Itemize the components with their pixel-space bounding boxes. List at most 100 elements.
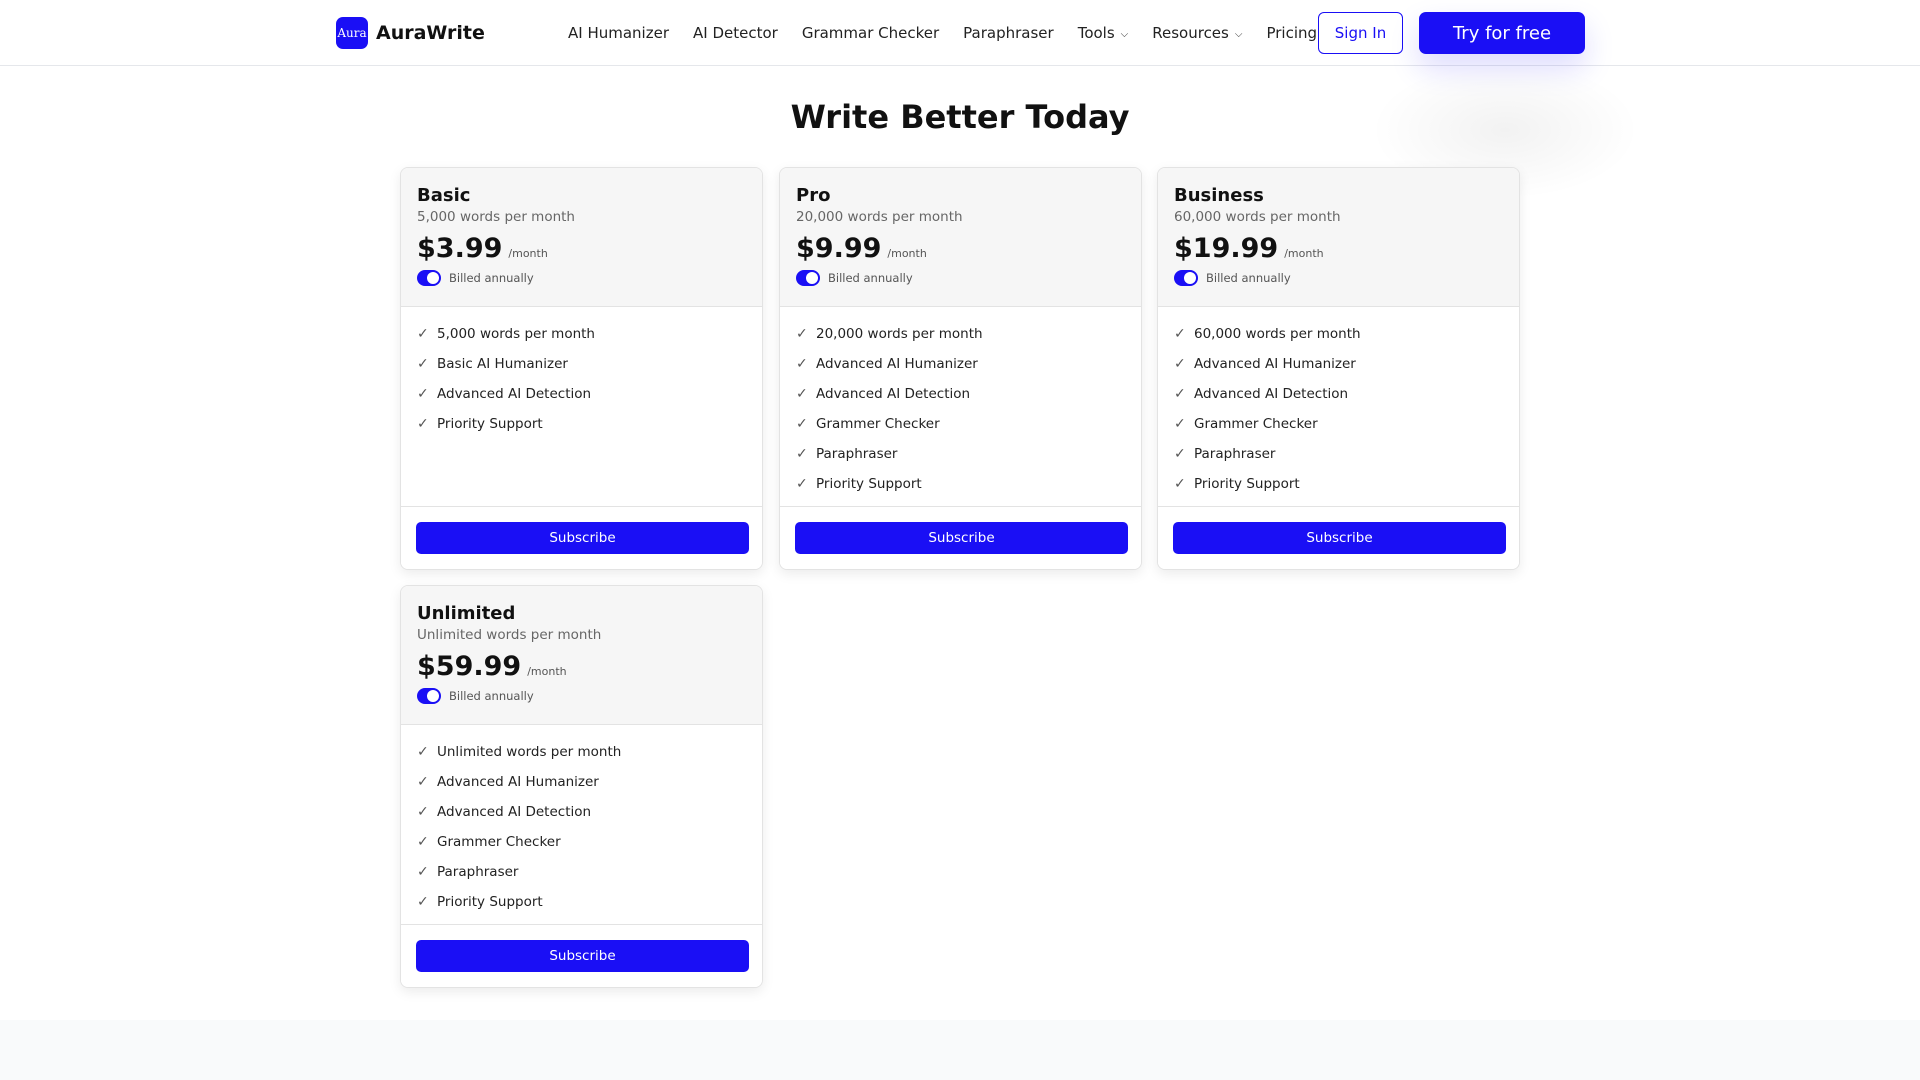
plan-footer: Subscribe [401,924,762,987]
nav-resources-dropdown[interactable]: Resources ⌵ [1152,24,1242,42]
check-icon: ✓ [417,356,429,372]
price-row: $59.99 /month [417,651,746,682]
plan-words: 60,000 words per month [1174,209,1341,225]
brand-name: AuraWrite [376,22,485,44]
billing-toggle-row: Billed annually [417,688,746,704]
plan-header: Basic 5,000 words per month $3.99 /month… [401,168,762,307]
plan-footer: Subscribe [780,506,1141,569]
feature-list: ✓ 20,000 words per month ✓ Advanced AI Hum… [780,307,1141,499]
chevron-down-icon: ⌵ [1234,28,1243,40]
plan-price: $9.99 [796,233,882,264]
list-item: ✓ Advanced AI Detection [417,379,746,409]
feature-list: ✓ 5,000 words per month ✓ Basic AI Humaniz… [401,307,762,439]
list-item: ✓ Priority Support [417,409,746,439]
check-icon: ✓ [796,446,808,462]
nav-label: Tools [1077,24,1115,42]
nav-label: Pricing [1266,24,1318,42]
billing-label: Billed annually [449,271,534,285]
billing-toggle[interactable] [1174,270,1198,286]
check-icon: ✓ [1174,476,1186,492]
feature-label: Advanced AI Detection [437,804,592,820]
check-icon: ✓ [1174,386,1186,402]
billing-toggle-row: Billed annually [1174,270,1503,286]
subscribe-button[interactable]: Subscribe [416,940,749,972]
billing-toggle-row: Billed annually [796,270,1125,286]
subscribe-button[interactable]: Subscribe [795,522,1128,554]
check-icon: ✓ [417,744,429,760]
check-icon: ✓ [1174,326,1186,342]
nav-pricing[interactable]: Pricing [1266,24,1317,42]
plan-header: Unlimited Unlimited words per month $59.… [401,586,762,725]
logo-icon: Aura [336,17,368,49]
feature-list: ✓ Unlimited words per month ✓ Advanced AI … [401,725,762,917]
plan-name: Basic [417,185,471,206]
list-item: ✓ Grammer Checker [796,409,1125,439]
nav-grammar-checker[interactable]: Grammar Checker [802,24,939,42]
billing-toggle[interactable] [417,688,441,704]
check-icon: ✓ [417,864,429,880]
feature-label: Priority Support [437,894,543,910]
footer-section [0,1020,1920,1080]
billing-label: Billed annually [1206,271,1291,285]
feature-label: Advanced AI Detection [816,386,971,402]
plan-price: $3.99 [417,233,503,264]
feature-label: Priority Support [1194,476,1300,492]
nav-ai-detector[interactable]: AI Detector [693,24,778,42]
nav-ai-humanizer[interactable]: AI Humanizer [568,24,669,42]
logo[interactable]: Aura AuraWrite [336,17,485,49]
check-icon: ✓ [796,416,808,432]
plan-header: Pro 20,000 words per month $9.99 /month … [780,168,1141,307]
subscribe-button[interactable]: Subscribe [1173,522,1506,554]
list-item: ✓ Grammer Checker [1174,409,1503,439]
list-item: ✓ 5,000 words per month [417,319,746,349]
price-row: $9.99 /month [796,233,1125,264]
feature-label: Advanced AI Humanizer [816,356,978,372]
feature-label: Grammer Checker [1194,416,1318,432]
feature-label: 20,000 words per month [816,326,983,342]
list-item: ✓ Paraphraser [1174,439,1503,469]
plan-card-unlimited: Unlimited Unlimited words per month $59.… [400,585,763,988]
check-icon: ✓ [1174,416,1186,432]
main-nav: AI Humanizer AI Detector Grammar Checker… [568,0,1341,66]
feature-label: Advanced AI Humanizer [1194,356,1356,372]
plan-name: Unlimited [417,603,516,624]
plan-name: Business [1174,185,1264,206]
price-row: $19.99 /month [1174,233,1503,264]
price-period: /month [887,247,927,260]
billing-toggle[interactable] [417,270,441,286]
feature-list: ✓ 60,000 words per month ✓ Advanced AI Hum… [1158,307,1519,499]
feature-label: Grammer Checker [816,416,940,432]
list-item: ✓ Advanced AI Detection [796,379,1125,409]
billing-toggle[interactable] [796,270,820,286]
check-icon: ✓ [417,774,429,790]
list-item: ✓ 60,000 words per month [1174,319,1503,349]
plan-words: 20,000 words per month [796,209,963,225]
plan-footer: Subscribe [401,506,762,569]
check-icon: ✓ [796,356,808,372]
nav-label: Resources [1152,24,1229,42]
plan-card-business: Business 60,000 words per month $19.99 /… [1157,167,1520,570]
list-item: ✓ 20,000 words per month [796,319,1125,349]
list-item: ✓ Advanced AI Humanizer [1174,349,1503,379]
feature-label: Advanced AI Detection [1194,386,1349,402]
plan-footer: Subscribe [1158,506,1519,569]
plan-card-basic: Basic 5,000 words per month $3.99 /month… [400,167,763,570]
check-icon: ✓ [796,386,808,402]
feature-label: Paraphraser [1194,446,1276,462]
check-icon: ✓ [417,834,429,850]
nav-tools-dropdown[interactable]: Tools ⌵ [1078,24,1129,42]
nav-paraphraser[interactable]: Paraphraser [963,24,1054,42]
plan-price: $59.99 [417,651,522,682]
feature-label: Advanced AI Humanizer [437,774,599,790]
nav-label: Grammar Checker [801,24,940,42]
price-period: /month [508,247,548,260]
feature-label: Priority Support [816,476,922,492]
list-item: ✓ Grammer Checker [417,827,746,857]
list-item: ✓ Priority Support [1174,469,1503,499]
sign-in-button[interactable]: Sign In [1318,12,1403,54]
try-for-free-button[interactable]: Try for free [1419,12,1585,54]
plan-card-pro: Pro 20,000 words per month $9.99 /month … [779,167,1142,570]
subscribe-button[interactable]: Subscribe [416,522,749,554]
feature-label: Basic AI Humanizer [437,356,568,372]
price-row: $3.99 /month [417,233,746,264]
